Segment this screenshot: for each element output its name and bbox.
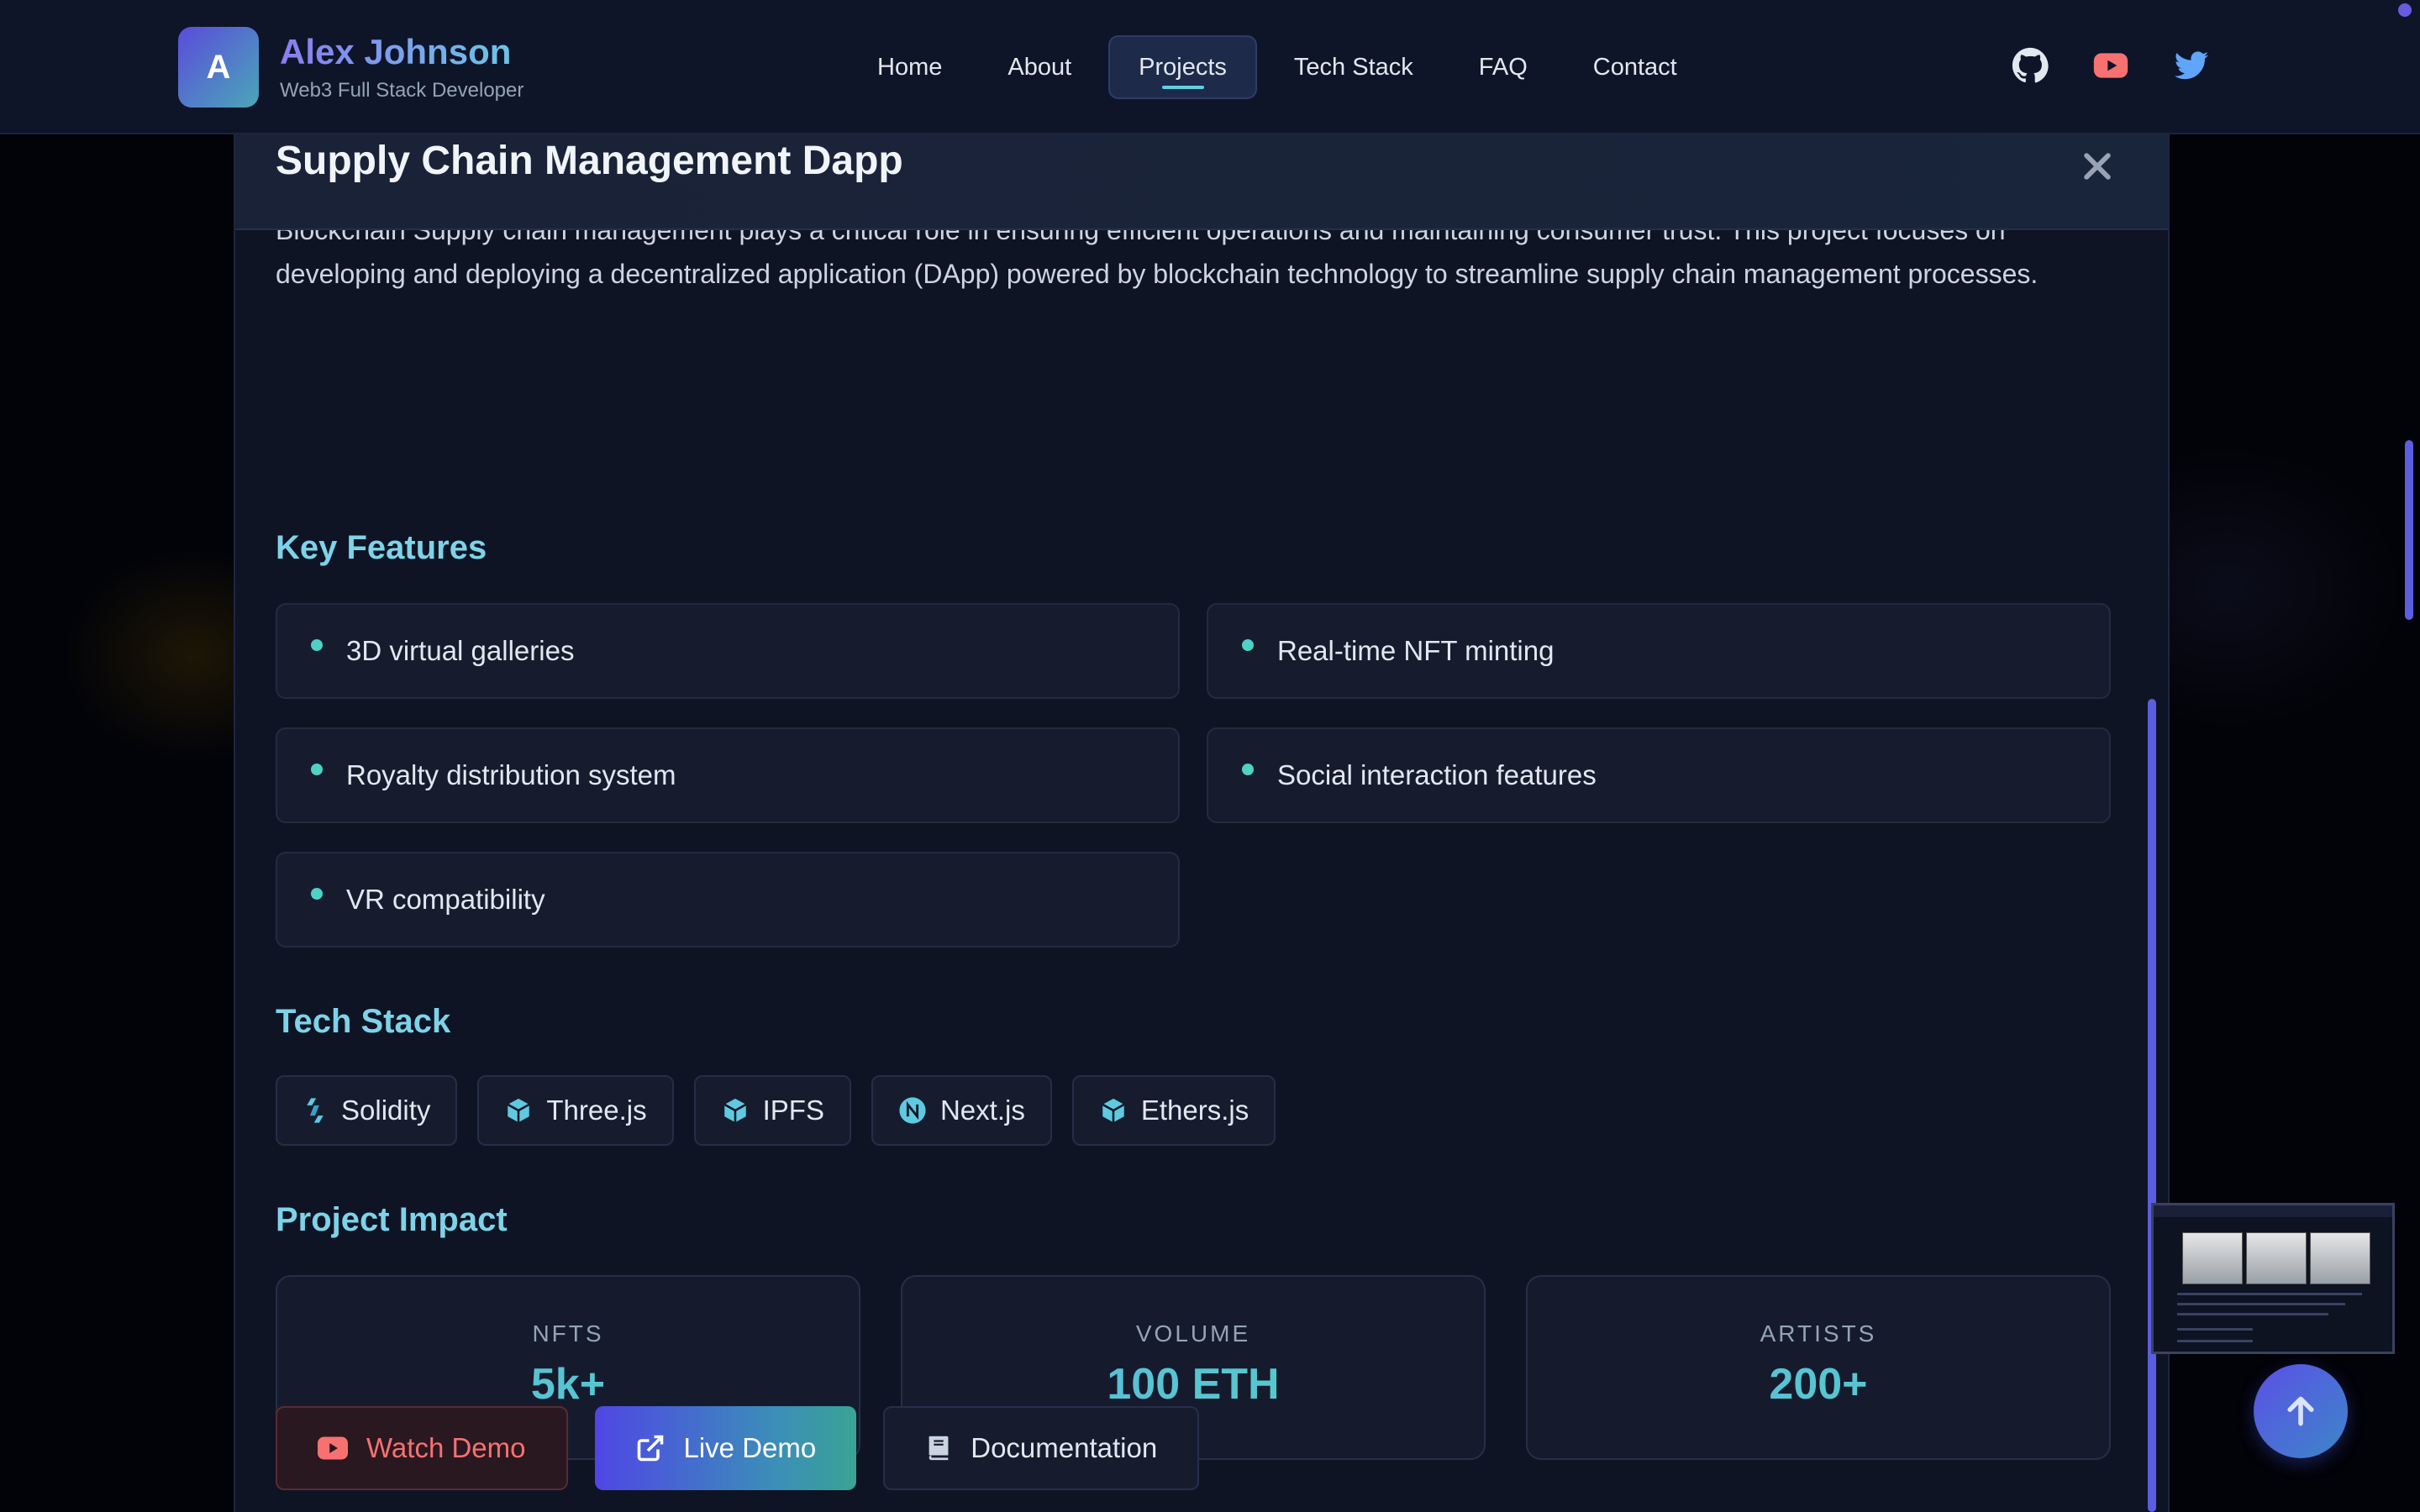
action-buttons: Watch Demo Live Demo Documentation [276,1406,1200,1490]
minimap-line [2177,1340,2253,1342]
brand-subtitle: Web3 Full Stack Developer [280,79,524,102]
indicator-dot [2398,3,2412,17]
tech-chip[interactable]: Three.js [477,1075,674,1146]
external-link-icon [637,1435,663,1462]
modal-header: Supply Chain Management Dapp [235,134,2168,230]
stat-card: ARTISTS 200+ [1526,1275,2111,1460]
minimap-card [2246,1232,2307,1284]
nextjs-icon [899,1097,926,1124]
minimap-line [2177,1313,2328,1315]
cube-icon [723,1098,746,1123]
minimap-card [2182,1232,2243,1284]
youtube-icon[interactable] [2092,47,2129,84]
feature-item: Real-time NFT minting [1207,603,2111,699]
feature-item: Social interaction features [1207,727,2111,823]
tech-chip[interactable]: IPFS [693,1075,851,1146]
stat-value: 200+ [1528,1359,2109,1410]
tech-chip[interactable]: Next.js [871,1075,1052,1146]
watch-demo-label: Watch Demo [366,1432,526,1463]
cube-icon [508,1098,530,1123]
documentation-label: Documentation [971,1432,1158,1463]
feature-item: Royalty distribution system [276,727,1180,823]
bullet-dot [311,639,323,651]
arrow-up-icon [2287,1396,2314,1426]
project-impact-heading: Project Impact [276,1201,508,1238]
feature-label: Social interaction features [1277,759,1597,790]
tech-label: Ethers.js [1140,1095,1249,1126]
stat-label: VOLUME [1135,1320,1251,1347]
main-nav: Home About Projects Tech Stack FAQ Conta… [849,35,1706,99]
tech-label: IPFS [762,1095,824,1126]
feature-label: Royalty distribution system [346,759,676,790]
minimap-line [2177,1303,2345,1305]
bullet-dot [311,888,323,900]
stat-value: 5k+ [277,1359,859,1410]
minimap-header [2154,1205,2392,1217]
nav-faq[interactable]: FAQ [1450,35,1556,99]
tech-stack-heading: Tech Stack [276,1003,451,1040]
modal-title: Supply Chain Management Dapp [276,139,903,183]
youtube-icon [318,1436,348,1460]
stat-label: NFTS [532,1320,604,1347]
tech-label: Solidity [341,1095,431,1126]
brand-name[interactable]: Alex Johnson [280,32,511,72]
feature-item: VR compatibility [276,852,1180,948]
feature-item: 3D virtual galleries [276,603,1180,699]
book-icon [929,1436,949,1461]
logo-avatar[interactable]: A [178,27,259,108]
tech-stack-list: Solidity Three.js IPFS Next.js Ethers.js [276,1075,1276,1146]
page-minimap[interactable] [2151,1203,2395,1354]
cube-icon [1102,1098,1125,1123]
nav-projects[interactable]: Projects [1108,35,1257,99]
tech-label: Three.js [546,1095,647,1126]
live-demo-label: Live Demo [683,1432,817,1463]
scroll-to-top-button[interactable] [2254,1364,2348,1458]
bullet-dot [311,764,323,775]
minimap-card [2310,1232,2370,1284]
page-scrollbar[interactable] [2405,440,2413,620]
project-modal: Blockchain Supply chain management plays… [234,134,2170,1512]
twitter-icon[interactable] [2173,47,2210,84]
nav-tech-stack[interactable]: Tech Stack [1265,35,1442,99]
stat-value: 100 ETH [902,1359,1484,1410]
close-icon[interactable] [2079,148,2116,185]
minimap-line [2177,1293,2362,1295]
feature-label: Real-time NFT minting [1277,635,1555,666]
nav-about[interactable]: About [979,35,1100,99]
tech-chip[interactable]: Ethers.js [1071,1075,1276,1146]
feature-label: 3D virtual galleries [346,635,575,666]
nav-contact[interactable]: Contact [1565,35,1706,99]
features-grid: 3D virtual galleries Real-time NFT minti… [276,603,2111,948]
bullet-dot [1242,639,1254,651]
modal-scrollbar[interactable] [2148,699,2156,1512]
watch-demo-button[interactable]: Watch Demo [276,1406,568,1490]
tech-label: Next.js [939,1095,1025,1126]
feature-label: VR compatibility [346,884,545,915]
github-icon[interactable] [2012,47,2049,84]
site-header: A Alex Johnson Web3 Full Stack Developer… [0,0,2420,134]
solidity-icon [307,1098,324,1123]
stat-label: ARTISTS [1760,1320,1877,1347]
bullet-dot [1242,764,1254,775]
key-features-heading: Key Features [276,529,487,566]
minimap-line [2177,1328,2253,1331]
documentation-button[interactable]: Documentation [883,1406,1200,1490]
nav-home[interactable]: Home [849,35,971,99]
live-demo-button[interactable]: Live Demo [594,1406,857,1490]
tech-chip[interactable]: Solidity [276,1075,458,1146]
